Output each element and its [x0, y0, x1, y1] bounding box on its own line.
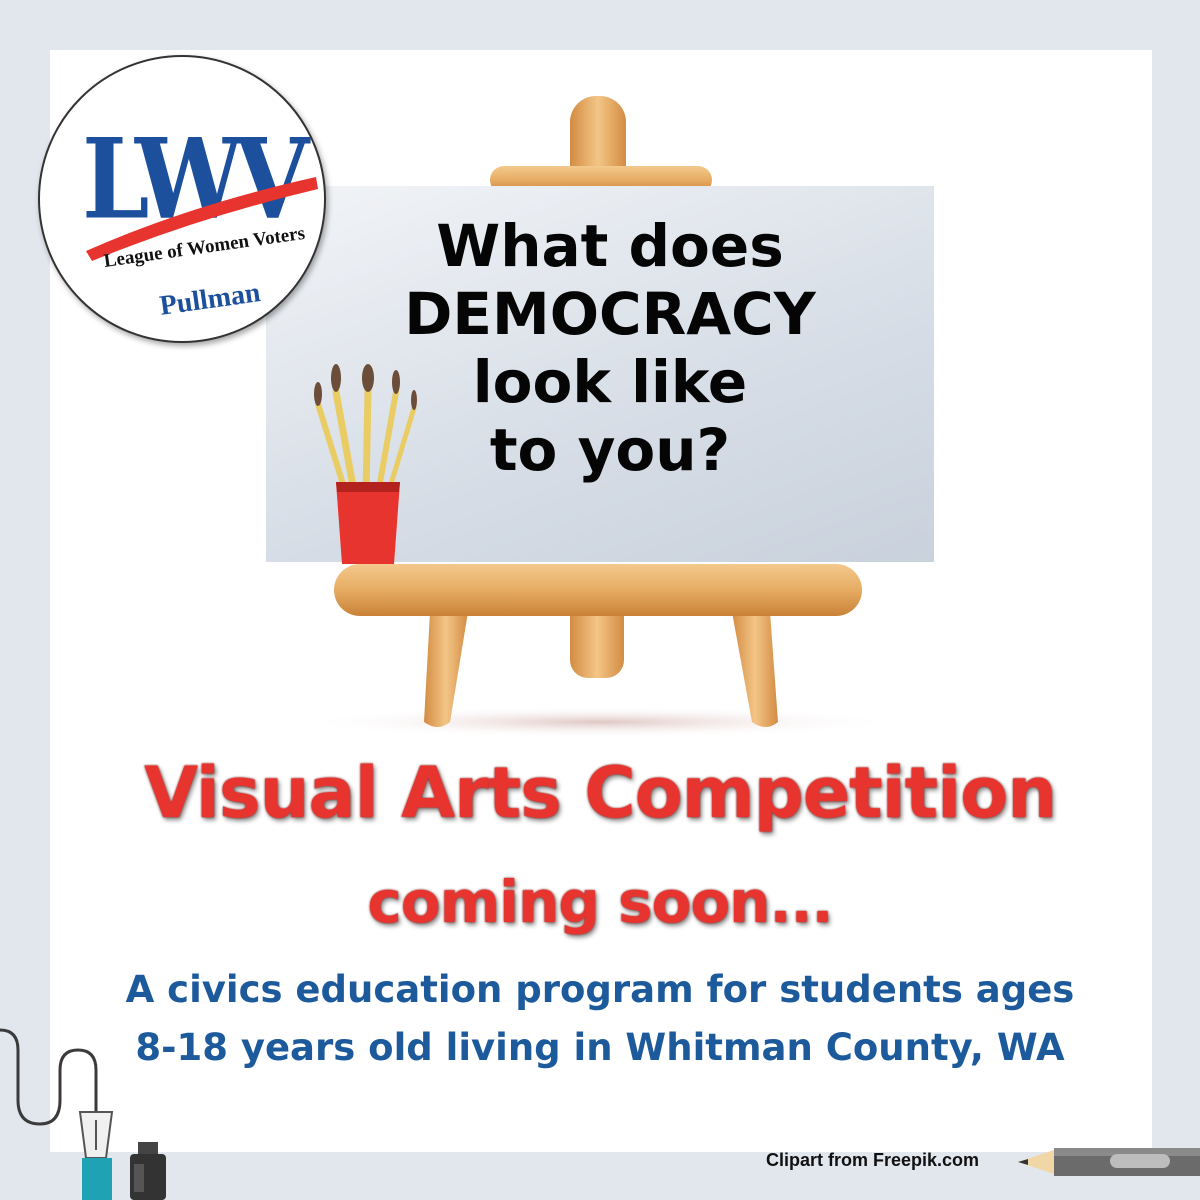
board-line-2: DEMOCRACY [404, 280, 816, 348]
pen-nib-icon [0, 1028, 114, 1200]
clipart-credit: Clipart from Freepik.com [766, 1150, 980, 1170]
board-line-3: look like [472, 348, 748, 416]
subheadline: coming soon... [367, 868, 833, 936]
board-line-4: to you? [489, 416, 731, 484]
lwv-logo: LWV League of Women Voters Pullman WA [38, 55, 326, 343]
description-line-1: A civics education program for students … [125, 968, 1075, 1011]
board-question: What does DEMOCRACY look like to you? [330, 212, 890, 484]
pencil-icon [1018, 1148, 1200, 1176]
headline: Visual Arts Competition [143, 752, 1057, 834]
board-line-1: What does [436, 212, 784, 280]
ink-bottle-icon [130, 1142, 166, 1200]
